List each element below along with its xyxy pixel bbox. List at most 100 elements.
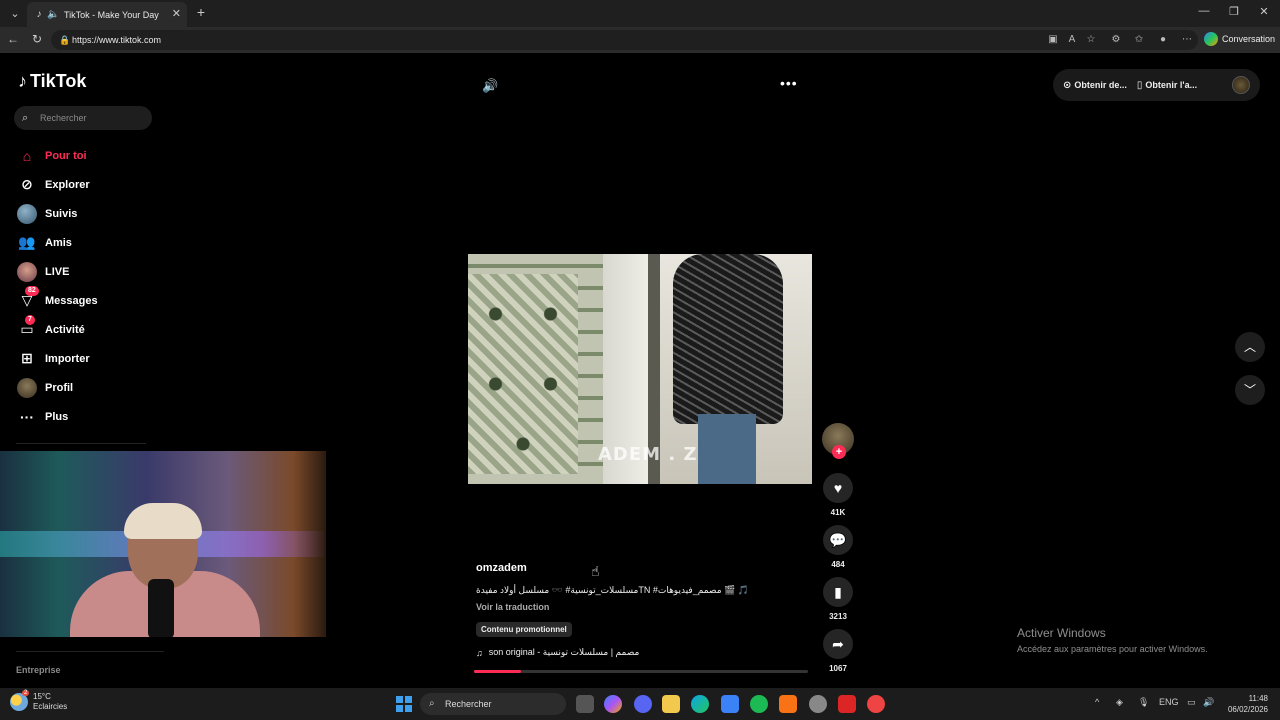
- sidebar-item-suivis[interactable]: Suivis: [16, 199, 176, 228]
- sidebar-item-messages[interactable]: ▽ 82 Messages: [16, 285, 176, 315]
- previous-video-button[interactable]: ︿: [1235, 332, 1265, 362]
- sidebar-item-label: Pour toi: [45, 149, 87, 162]
- audio-playing-icon[interactable]: 🔈: [47, 9, 59, 21]
- url-field[interactable]: 🔒 https://www.tiktok.com: [51, 30, 1198, 50]
- minimize-icon[interactable]: —: [1194, 5, 1214, 17]
- activation-subtitle: Accédez aux paramètres pour activer Wind…: [1017, 644, 1208, 654]
- speaker-icon[interactable]: 🔊: [1203, 697, 1214, 708]
- friends-icon: 👥: [18, 234, 36, 250]
- tab-actions-icon[interactable]: ⌄: [6, 5, 24, 23]
- taskbar-search[interactable]: ⌕ Rechercher: [420, 693, 566, 715]
- get-desktop-button[interactable]: ⊙ Obtenir de...: [1063, 80, 1127, 91]
- back-icon[interactable]: ←: [5, 32, 21, 46]
- system-clock[interactable]: 11:48 06/02/2026: [1224, 693, 1268, 715]
- microphone-icon[interactable]: 🎙: [1138, 697, 1149, 708]
- windows-activation-watermark: Activer Windows Accédez aux paramètres p…: [1017, 626, 1208, 654]
- file-explorer-icon[interactable]: [662, 695, 680, 713]
- sidebar-item-importer[interactable]: ⊞ Importer: [16, 344, 176, 373]
- favorites-icon[interactable]: ✩: [1132, 33, 1146, 47]
- close-tab-icon[interactable]: ✕: [172, 7, 181, 20]
- share-icon: ➦: [823, 629, 853, 659]
- search-icon: ⌕: [22, 112, 29, 124]
- video-progress-fill: [474, 670, 521, 673]
- video-info: omzadem 🎵 🎬 مصمم_فيديوهات# TNمسلسلات_تون…: [476, 562, 816, 658]
- sidebar-item-label: Importer: [45, 352, 90, 365]
- like-button[interactable]: ♥ 41K: [823, 473, 853, 517]
- language-indicator[interactable]: ENG: [1159, 697, 1179, 707]
- profile-icon[interactable]: ●: [1156, 33, 1170, 47]
- start-button[interactable]: [396, 696, 412, 712]
- sidebar-item-explorer[interactable]: ⊘ Explorer: [16, 170, 176, 199]
- sidebar-item-live[interactable]: LIVE: [16, 257, 176, 286]
- app-available-icon[interactable]: ▣: [1046, 33, 1060, 47]
- upload-icon: ⊞: [21, 350, 33, 366]
- get-desktop-label: Obtenir de...: [1074, 80, 1127, 90]
- save-button[interactable]: ▮ 3213: [823, 577, 853, 621]
- next-video-button[interactable]: ﹀: [1235, 375, 1265, 405]
- copilot-button[interactable]: Conversation: [1204, 32, 1275, 46]
- more-options-icon[interactable]: •••: [780, 75, 798, 91]
- search-placeholder: Rechercher: [40, 113, 87, 123]
- more-icon: ···: [20, 408, 34, 425]
- search-input[interactable]: ⌕ Rechercher: [14, 106, 152, 130]
- video-progress-bar[interactable]: [474, 670, 808, 673]
- volume-icon[interactable]: 🔊: [482, 78, 498, 94]
- sidebar-item-label: Amis: [45, 236, 72, 249]
- spotify-icon[interactable]: [750, 695, 768, 713]
- user-avatar[interactable]: [1232, 76, 1250, 94]
- app-icon[interactable]: [838, 695, 856, 713]
- maximize-icon[interactable]: ❐: [1224, 5, 1244, 18]
- close-window-icon[interactable]: ✕: [1254, 5, 1274, 18]
- messages-badge: 82: [25, 285, 39, 296]
- promo-badge: Contenu promotionnel: [476, 622, 572, 637]
- favorite-star-icon[interactable]: ☆: [1084, 33, 1098, 47]
- translate-icon[interactable]: A: [1065, 33, 1079, 47]
- music-link[interactable]: ♫ son original - مصمم | مسلسلات تونسية: [476, 647, 816, 658]
- extension-icon[interactable]: ⚙: [1109, 33, 1123, 47]
- following-avatar-icon: [16, 203, 38, 225]
- tiktok-logo[interactable]: ♪ TikTok: [18, 71, 86, 92]
- lock-icon: 🔒: [59, 35, 71, 45]
- app-icon[interactable]: [779, 695, 797, 713]
- tray-chevron-icon[interactable]: ^: [1095, 697, 1099, 707]
- edge-icon[interactable]: [691, 695, 709, 713]
- sidebar-nav: ⌂ Pour toi ⊘ Explorer Suivis 👥 Amis LIVE…: [16, 141, 176, 431]
- sidebar-item-profil[interactable]: Profil: [16, 373, 176, 402]
- taskbar-search-label: Rechercher: [445, 699, 492, 709]
- follow-plus-icon[interactable]: +: [832, 445, 846, 459]
- temperature: 15°C: [33, 692, 51, 701]
- task-view-icon[interactable]: [576, 695, 594, 713]
- sidebar-item-activite[interactable]: ▭ 7 Activité: [16, 314, 176, 344]
- network-icon[interactable]: ▭: [1187, 697, 1196, 708]
- video-description: 🎵 🎬 مصمم_فيديوهات# TNمسلسلات_تونسية# 🕶️ …: [476, 585, 749, 595]
- comment-count: 484: [831, 560, 845, 569]
- video-player[interactable]: ADEM . Z: [468, 254, 812, 484]
- heart-icon: ♥: [823, 473, 853, 503]
- sidebar-item-pour-toi[interactable]: ⌂ Pour toi: [16, 141, 176, 170]
- sidebar-item-plus[interactable]: ··· Plus: [16, 402, 176, 431]
- app-icon[interactable]: [867, 695, 885, 713]
- like-count: 41K: [830, 508, 846, 517]
- desktop-icon: ⊙: [1063, 79, 1072, 91]
- discord-icon[interactable]: [634, 695, 652, 713]
- footer-entreprise[interactable]: Entreprise: [16, 665, 61, 675]
- browser-tab[interactable]: ♪ 🔈 TikTok - Make Your Day ✕: [27, 2, 187, 27]
- menu-dots-icon[interactable]: ⋯: [1180, 33, 1194, 47]
- refresh-icon[interactable]: ↻: [29, 32, 45, 46]
- translate-link[interactable]: Voir la traduction: [476, 602, 816, 612]
- app-icon[interactable]: [809, 695, 827, 713]
- activity-badge: 7: [25, 314, 35, 325]
- store-icon[interactable]: [721, 695, 739, 713]
- share-button[interactable]: ➦ 1067: [823, 629, 853, 673]
- weather-badge: 2: [22, 690, 30, 696]
- comment-button[interactable]: 💬 484: [823, 525, 853, 569]
- copilot-app-icon[interactable]: [604, 695, 622, 713]
- sidebar-item-amis[interactable]: 👥 Amis: [16, 228, 176, 257]
- get-app-button[interactable]: ▯ Obtenir l'a...: [1137, 80, 1197, 91]
- tray-app-icon[interactable]: ◈: [1116, 697, 1123, 708]
- copilot-label: Conversation: [1222, 34, 1276, 44]
- weather-widget[interactable]: 2 15°C Eclaircies: [10, 690, 67, 712]
- new-tab-icon[interactable]: +: [193, 4, 209, 20]
- video-author[interactable]: omzadem: [476, 562, 816, 574]
- url-text: https://www.tiktok.com: [72, 35, 162, 45]
